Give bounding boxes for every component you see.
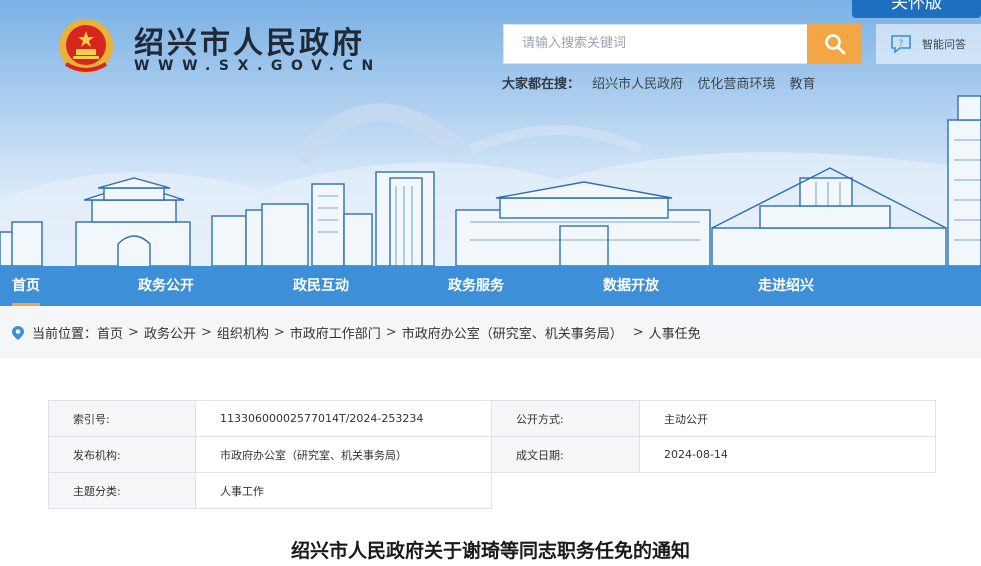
topic-value: 人事工作: [195, 472, 492, 509]
svg-text:?: ?: [899, 39, 904, 49]
national-emblem-icon: [59, 19, 113, 73]
document-title: 绍兴市人民政府关于谢琦等同志职务任免的通知: [290, 540, 690, 562]
breadcrumb-link[interactable]: 首页: [97, 323, 123, 342]
hot-search: 大家都在搜： 绍兴市人民政府 优化营商环境 教育: [502, 73, 825, 92]
nav-item-interaction[interactable]: 政民互动: [293, 266, 349, 306]
nav-item-gov-affairs[interactable]: 政务公开: [138, 266, 194, 306]
nav-item-about[interactable]: 走进绍兴: [758, 266, 814, 306]
breadcrumb-separator: >: [128, 325, 139, 340]
hot-search-link[interactable]: 教育: [789, 77, 815, 92]
smart-qa-button[interactable]: ? 智能问答: [876, 24, 981, 64]
search-input[interactable]: 请输入搜索关键词: [503, 24, 808, 64]
breadcrumb-separator: >: [200, 325, 212, 340]
date-value: 2024-08-14: [639, 436, 936, 473]
nav-item-open-data[interactable]: 数据开放: [603, 266, 659, 306]
search-icon: [824, 34, 845, 55]
breadcrumb-bar: 当前位置： 首页 > 政务公开 > 组织机构 > 市政府工作部门 > 市政府办公…: [0, 306, 981, 358]
index-value: 11330600002577014T/2024-253234: [195, 400, 492, 437]
breadcrumb-link[interactable]: 市政府办公室（研究室、机关事务局）: [402, 323, 623, 342]
breadcrumb-label: 当前位置：: [32, 327, 98, 342]
nav-item-services[interactable]: 政务服务: [448, 266, 504, 306]
open-method-value: 主动公开: [639, 400, 936, 437]
main-nav: 首页 政务公开 政民互动 政务服务 数据开放 走进绍兴: [0, 266, 981, 306]
open-method-label: 公开方式:: [491, 400, 640, 437]
breadcrumb-separator: >: [385, 325, 397, 340]
breadcrumb-link[interactable]: 市政府工作部门: [290, 323, 381, 342]
index-label: 索引号:: [48, 400, 196, 437]
document-info-table: 索引号: 11330600002577014T/2024-253234 公开方式…: [48, 400, 936, 509]
site-url: WWW.SX.GOV.CN: [134, 58, 382, 74]
breadcrumb-current[interactable]: 人事任免: [649, 323, 701, 342]
breadcrumb-link[interactable]: 政务公开: [144, 323, 196, 342]
location-pin-icon: [12, 325, 24, 340]
hot-search-link[interactable]: 绍兴市人民政府: [592, 77, 683, 92]
hot-search-label: 大家都在搜：: [502, 77, 581, 92]
breadcrumb-separator: >: [273, 325, 285, 340]
nav-item-home[interactable]: 首页: [12, 266, 40, 306]
date-label: 成文日期:: [491, 436, 640, 473]
smart-qa-label: 智能问答: [922, 38, 966, 51]
care-version-tab[interactable]: 关怀版: [852, 0, 981, 18]
breadcrumb-link[interactable]: 组织机构: [217, 323, 269, 342]
chat-question-icon: ?: [891, 35, 911, 54]
site-title[interactable]: 绍兴市人民政府: [134, 18, 365, 62]
breadcrumb: 当前位置： 首页 > 政务公开 > 组织机构 > 市政府工作部门 > 市政府办公…: [12, 323, 701, 342]
topic-label: 主题分类:: [48, 472, 196, 509]
hot-search-link[interactable]: 优化营商环境: [697, 77, 775, 92]
search-button[interactable]: [807, 24, 862, 64]
publisher-value: 市政府办公室（研究室、机关事务局）: [195, 436, 492, 473]
breadcrumb-separator: >: [632, 325, 644, 340]
publisher-label: 发布机构:: [48, 436, 196, 473]
header-banner: 绍兴市人民政府 WWW.SX.GOV.CN 关怀版 请输入搜索关键词 ? 智能问…: [0, 0, 981, 266]
